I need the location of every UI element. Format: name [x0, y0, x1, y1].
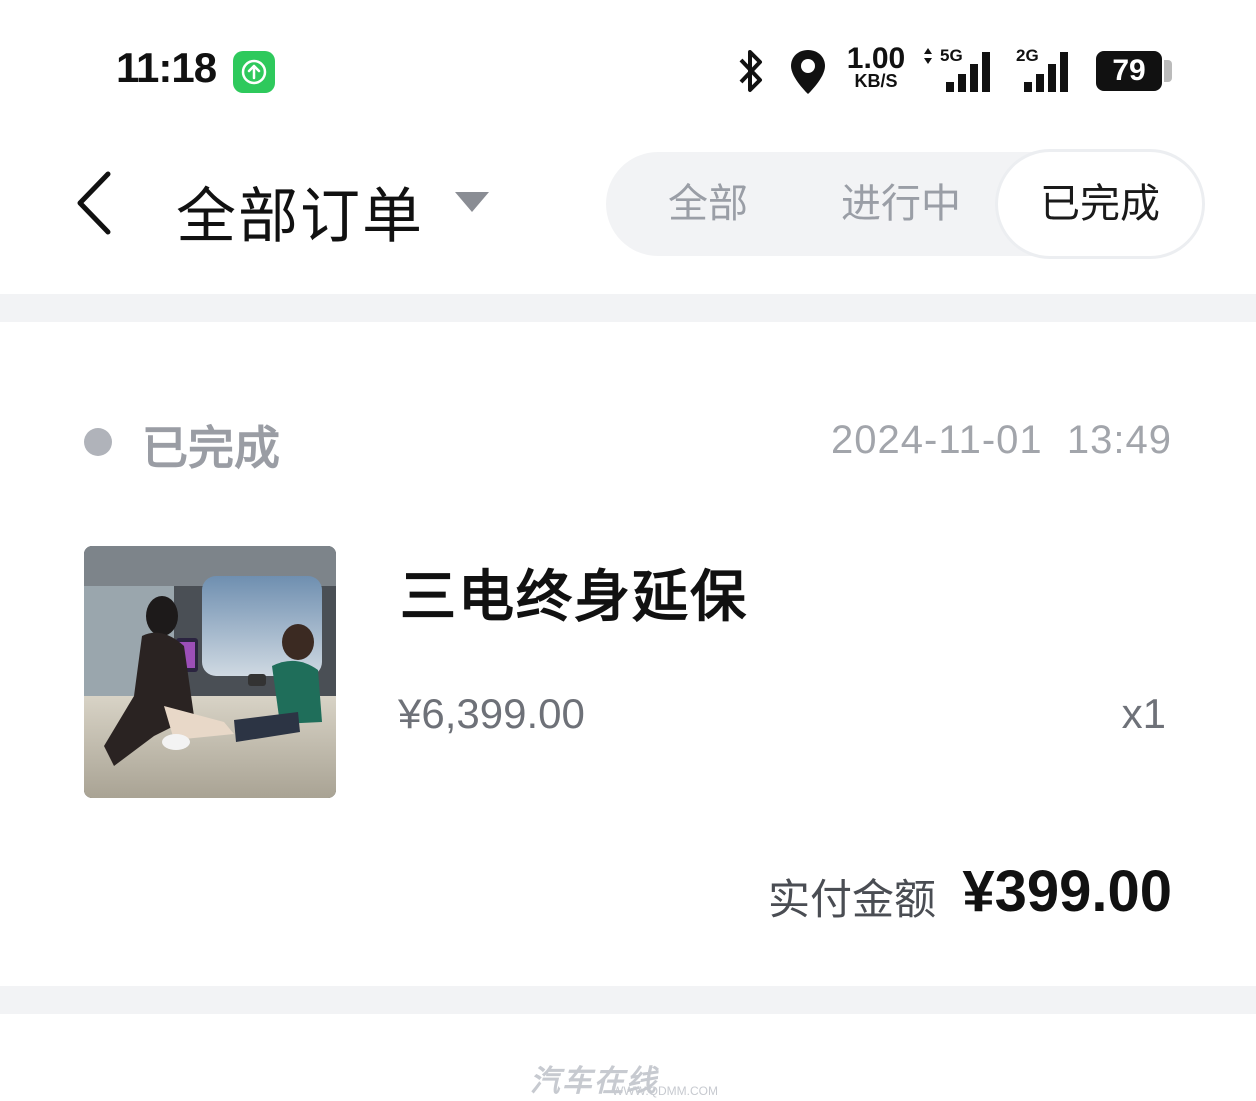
watermark-url: WWW.QDMM.COM [612, 1084, 718, 1098]
chevron-left-icon[interactable] [70, 168, 120, 238]
tab-in-progress[interactable]: 进行中 [816, 152, 986, 256]
status-dot [84, 428, 112, 456]
caret-down-icon[interactable] [455, 192, 489, 212]
battery-icon: 79 [1096, 51, 1162, 91]
upload-arrow-icon [233, 51, 275, 93]
section-divider [0, 294, 1256, 322]
unit-price: ¥6,399.00 [398, 690, 585, 737]
tab-all[interactable]: 全部 [626, 152, 790, 256]
tab-completed[interactable]: 已完成 [998, 152, 1202, 256]
bluetooth-icon [739, 50, 762, 92]
order-filter-tabs: 全部 进行中 已完成 [606, 152, 1202, 256]
page-title[interactable]: 全部订单 [176, 168, 424, 255]
location-pin-icon [791, 50, 825, 94]
network-speed: 1.00 KB/S [846, 42, 906, 91]
quantity: x1 [1121, 690, 1166, 737]
status-bar: 11:18 1.00 KB/S 5G 2G 79 [0, 0, 1256, 130]
product-image[interactable] [84, 546, 336, 798]
order-status: 已完成 [142, 421, 280, 475]
section-divider-bottom [0, 986, 1256, 1014]
product-name[interactable]: 三电终身延保 [400, 552, 748, 633]
battery-cap [1164, 60, 1172, 82]
order-datetime: 2024-11-01 13:49 [831, 418, 1172, 462]
paid-amount: ¥399.00 [962, 859, 1172, 924]
battery-percent: 79 [1112, 54, 1146, 87]
paid-amount-label: 实付金额 [768, 875, 937, 924]
sim1-type-label: 5G [940, 46, 963, 65]
sim2-type-label: 2G [1016, 46, 1039, 65]
clock: 11:18 [116, 44, 217, 91]
